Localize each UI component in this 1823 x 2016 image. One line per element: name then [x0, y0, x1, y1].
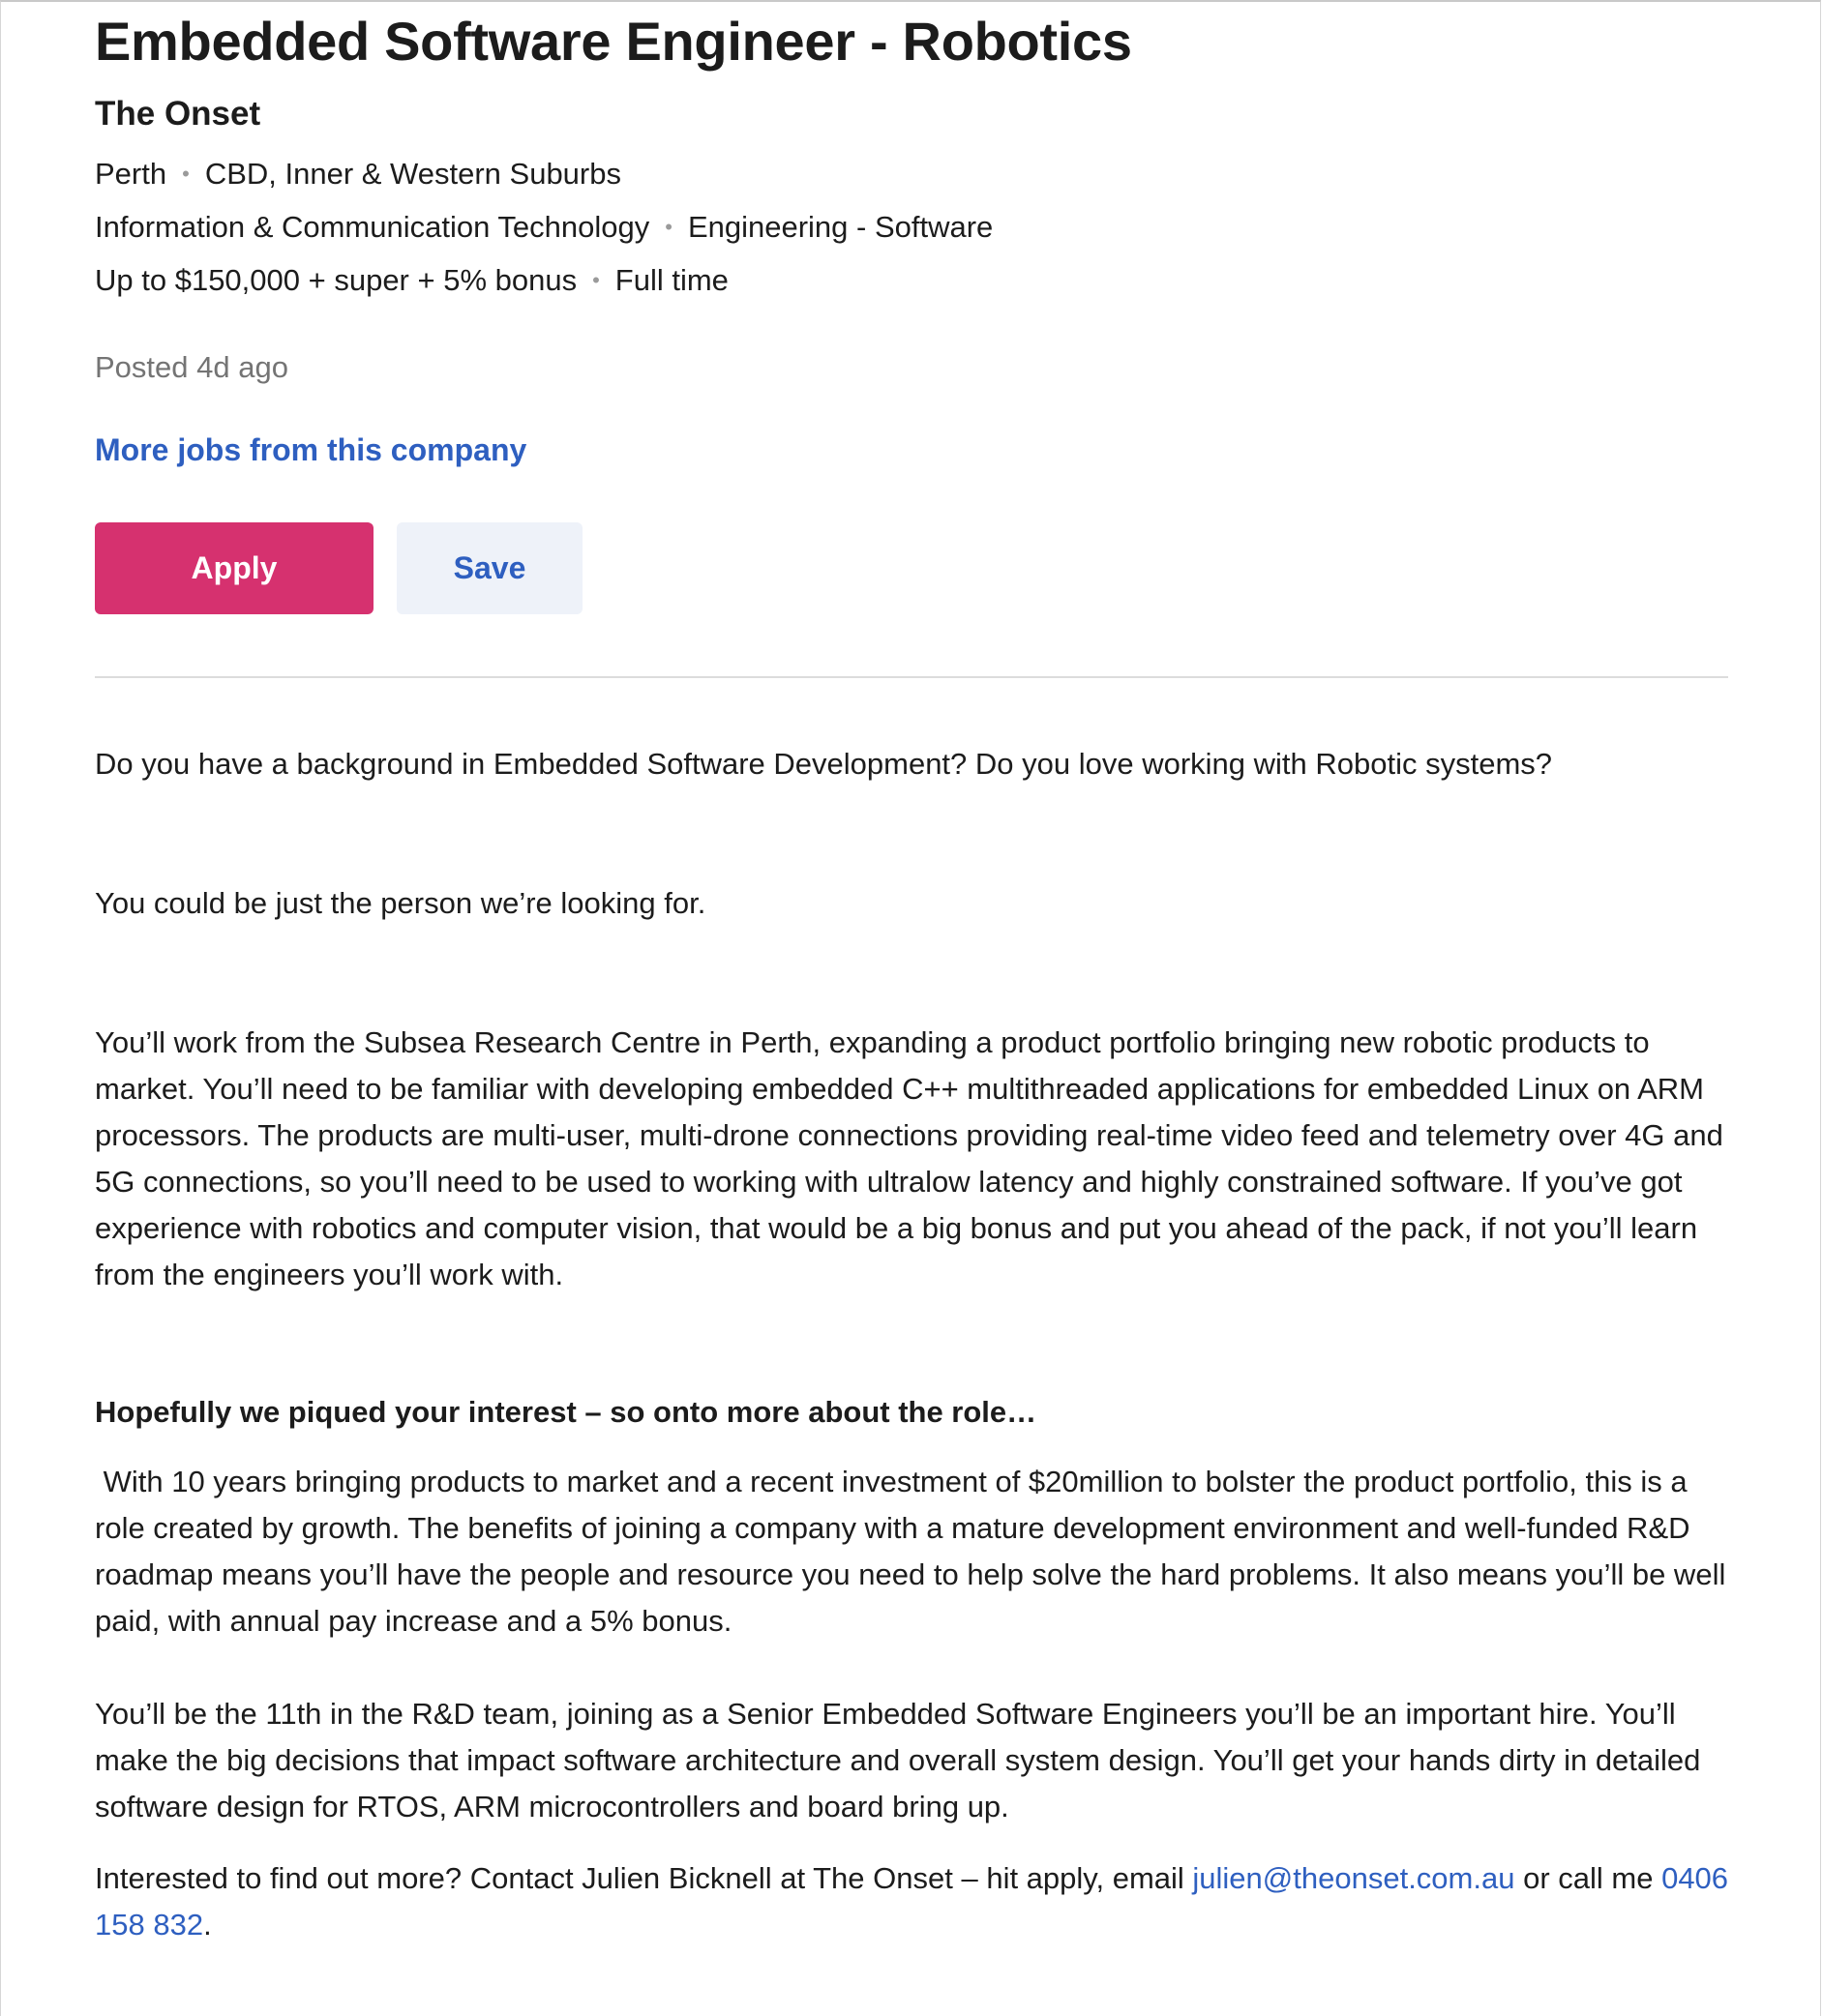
description-paragraph: You’ll work from the Subsea Research Cen… — [95, 1025, 1723, 1291]
job-subclassification: Engineering - Software — [687, 210, 994, 244]
job-title: Embedded Software Engineer - Robotics — [95, 11, 1132, 72]
job-location: Perth — [95, 157, 167, 191]
contact-paragraph: Interested to find out more? Contact Jul… — [95, 1855, 1730, 1948]
description-paragraph: With 10 years bringing products to marke… — [95, 1465, 1734, 1638]
contact-text: . — [203, 1908, 212, 1942]
apply-button[interactable]: Apply — [95, 522, 374, 614]
contact-text: Interested to find out more? Contact Jul… — [95, 1861, 1193, 1895]
save-button[interactable]: Save — [397, 522, 583, 614]
contact-text: or call me — [1514, 1861, 1662, 1895]
email-link[interactable]: julien@theonset.com.au — [1192, 1861, 1514, 1895]
job-area: CBD, Inner & Western Suburbs — [204, 157, 621, 191]
description-paragraph: You’ll be the 11th in the R&D team, join… — [95, 1697, 1701, 1823]
description-heading: Hopefully we piqued your interest – so o… — [95, 1395, 1037, 1429]
salary-line: Up to $150,000 + super + 5% bonus • Full t… — [95, 263, 729, 298]
job-salary: Up to $150,000 + super + 5% bonus — [95, 263, 578, 297]
job-work-type: Full time — [614, 263, 729, 297]
job-classification: Information & Communication Technology — [95, 210, 650, 244]
classification-line: Information & Communication Technology • E… — [95, 210, 993, 245]
company-name: The Onset — [95, 95, 261, 133]
description-paragraph: Do you have a background in Embedded Sof… — [95, 747, 1553, 781]
more-jobs-link[interactable]: More jobs from this company — [95, 432, 526, 468]
location-line: Perth • CBD, Inner & Western Suburbs — [95, 157, 621, 192]
separator-dot: • — [182, 162, 190, 186]
posted-date: Posted 4d ago — [95, 350, 288, 384]
separator-dot: • — [665, 215, 672, 239]
section-divider — [95, 676, 1728, 678]
description-paragraph: You could be just the person we’re looki… — [95, 886, 706, 920]
separator-dot: • — [592, 268, 600, 292]
